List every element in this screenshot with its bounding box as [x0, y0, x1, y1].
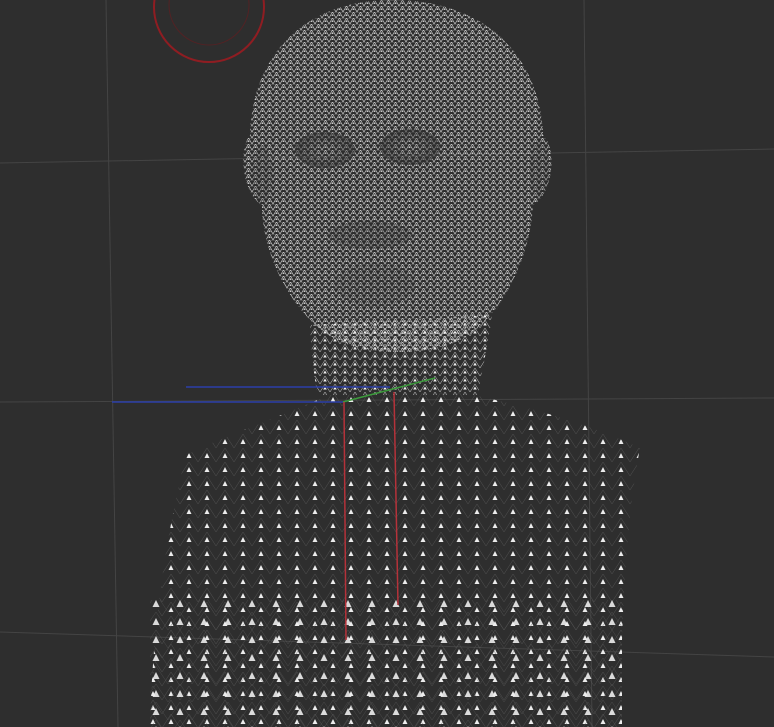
- 3d-viewport[interactable]: [0, 0, 774, 727]
- mesh-torso-lower: [150, 600, 622, 727]
- viewport-canvas[interactable]: [0, 0, 774, 727]
- rotate-ring-icon[interactable]: [153, 0, 265, 63]
- wireframe-mesh[interactable]: [150, 0, 640, 727]
